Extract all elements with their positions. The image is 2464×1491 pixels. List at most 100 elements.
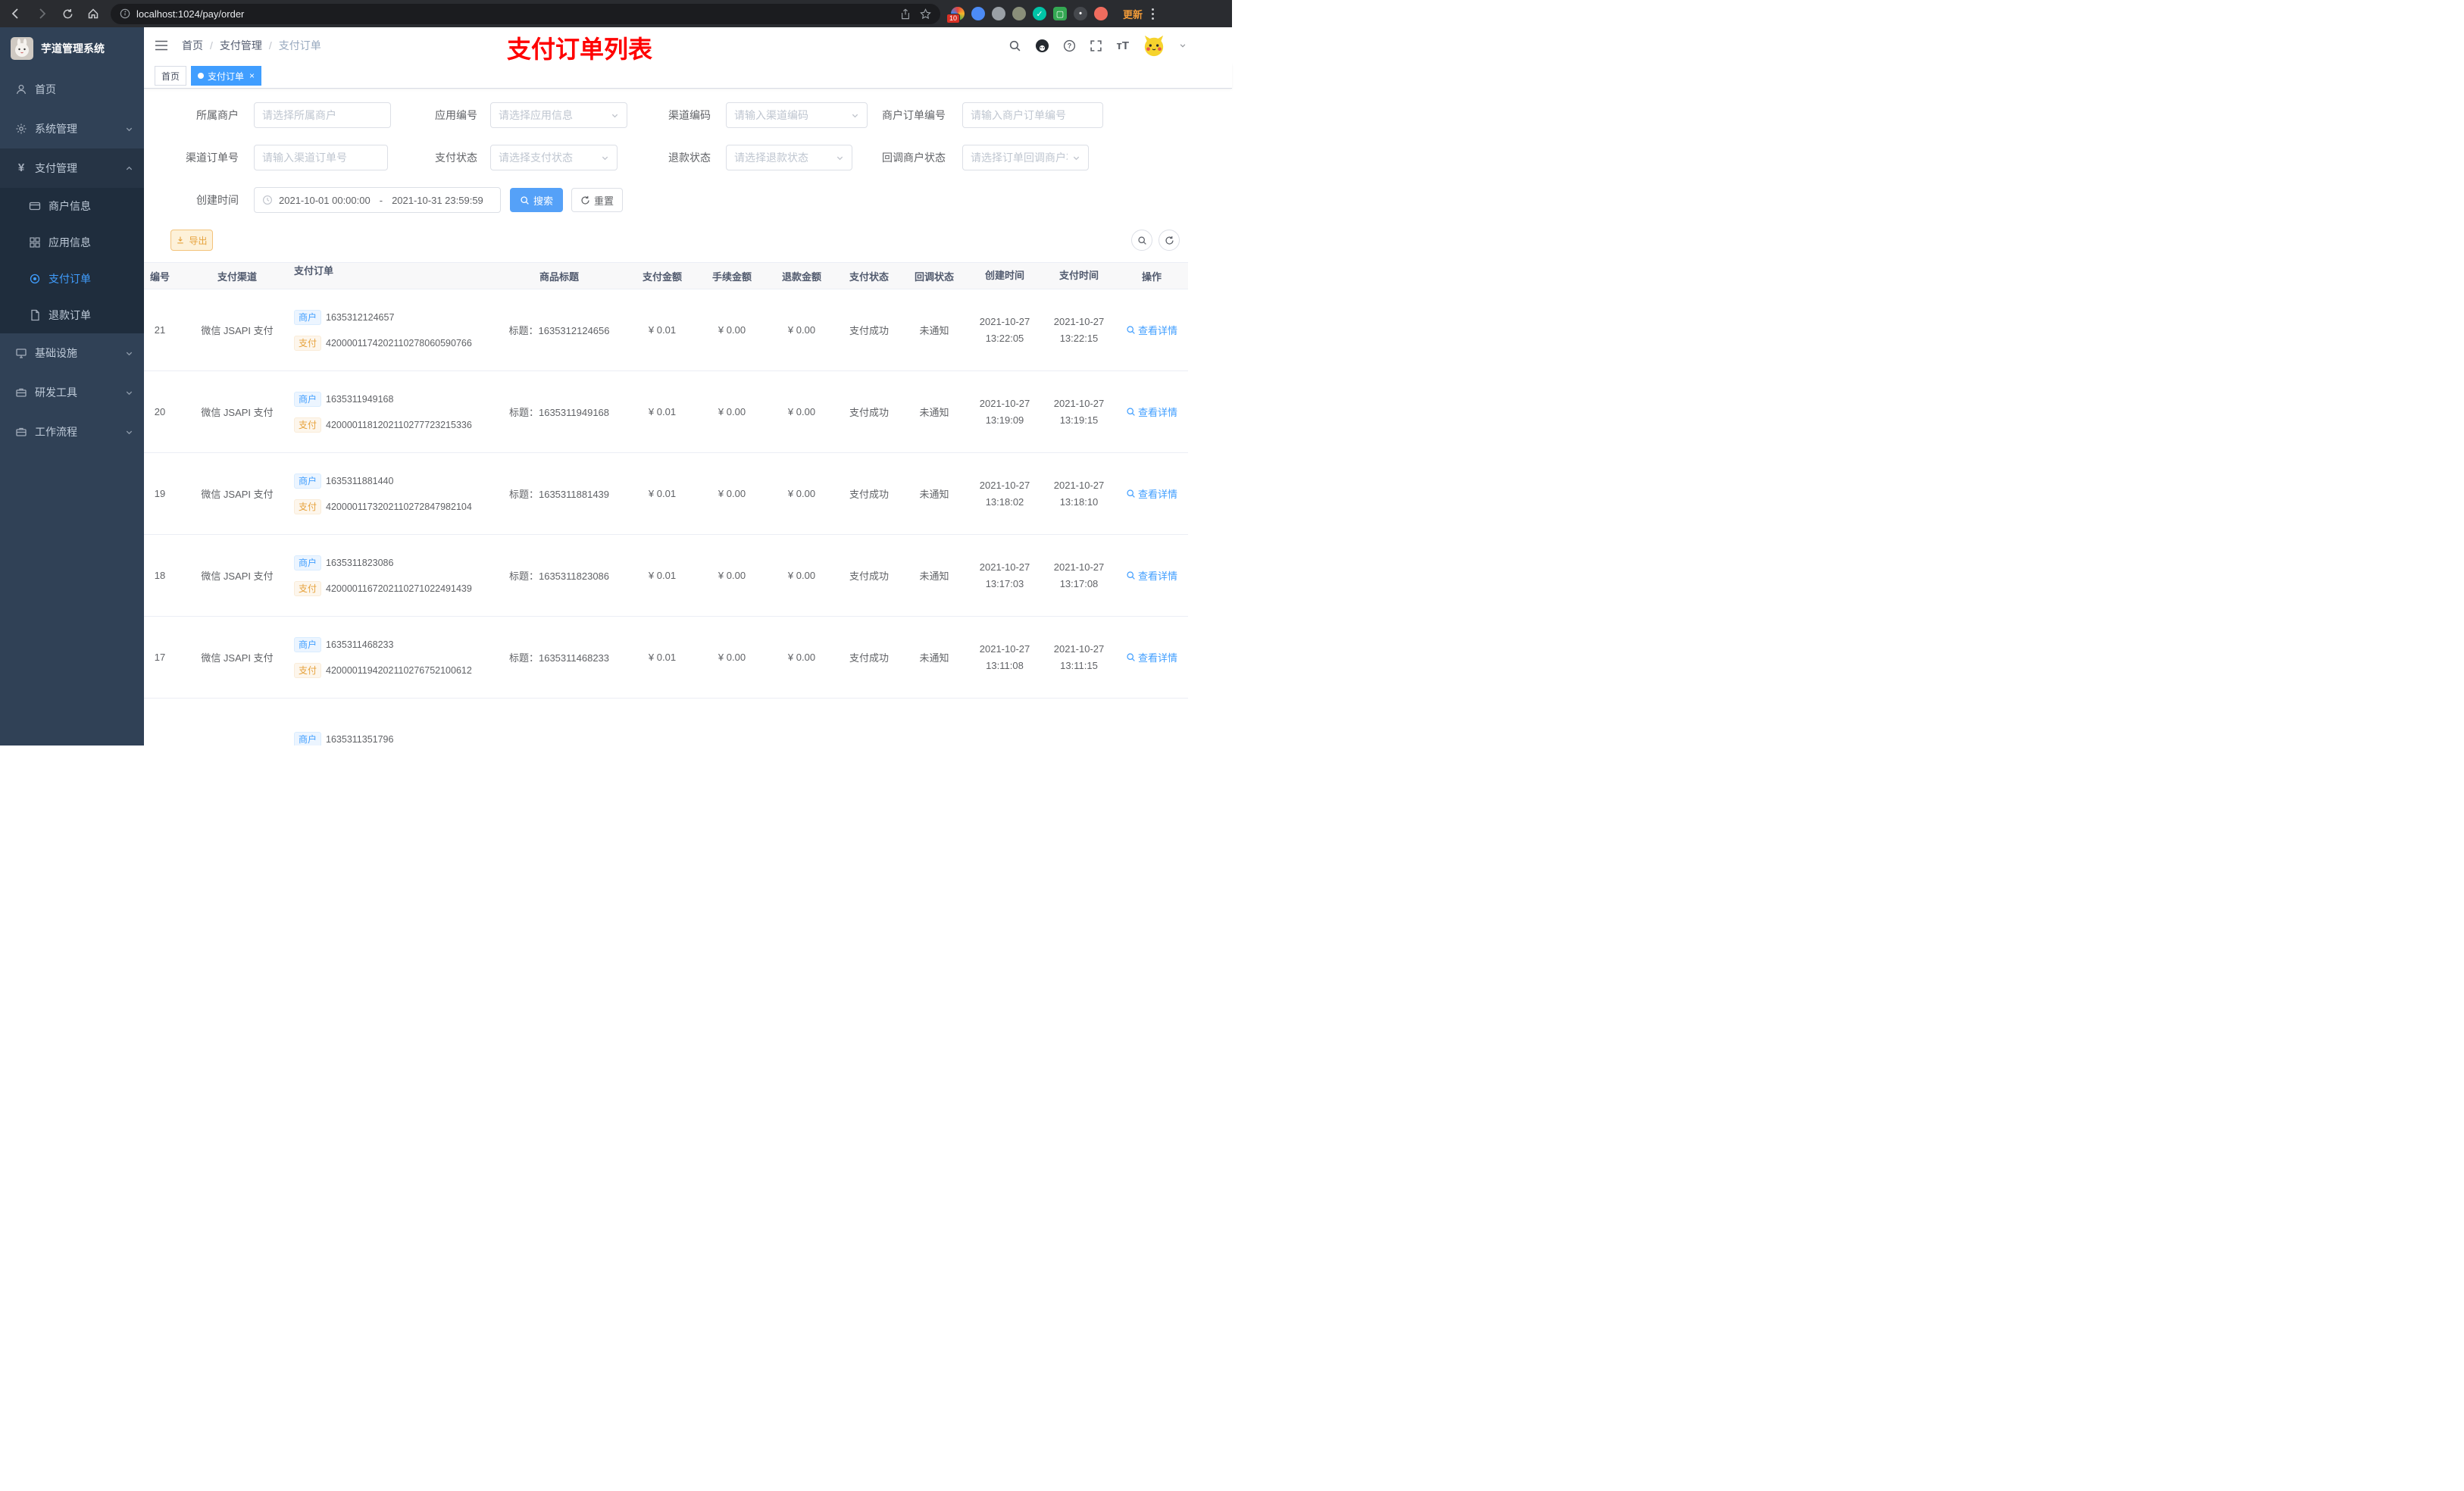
browser-profile-avatar[interactable] — [1094, 7, 1108, 20]
help-icon[interactable]: ? — [1063, 39, 1076, 52]
extension-icon[interactable] — [971, 7, 985, 20]
breadcrumb-pay[interactable]: 支付管理 — [220, 38, 262, 53]
cell-pay-channel: 微信 JSAPI 支付 — [201, 570, 274, 582]
dashboard-icon — [15, 83, 27, 95]
browser-update-button[interactable]: 更新 — [1117, 5, 1149, 23]
date-start-value: 2021-10-01 00:00:00 — [279, 194, 371, 206]
toolbox-icon — [15, 386, 27, 399]
cell-notify-status: 未通知 — [919, 489, 949, 500]
cell-pay-channel: 微信 JSAPI 支付 — [201, 325, 274, 336]
github-icon[interactable] — [1035, 39, 1049, 53]
toggle-search-button[interactable] — [1131, 230, 1152, 251]
cell-product-title: 标题：1635311949168 — [508, 407, 610, 418]
sidebar-item-workflow[interactable]: 工作流程 — [0, 412, 144, 452]
browser-refresh-button[interactable] — [58, 4, 77, 23]
merchant-order-no-input[interactable] — [962, 102, 1103, 128]
chevron-down-icon — [125, 389, 133, 397]
cell-action: 查看详情 — [1115, 453, 1188, 534]
breadcrumb-current: 支付订单 — [278, 39, 321, 52]
cell-create-time: 2021-10-27 13:18:02 — [979, 479, 1030, 508]
sidebar-item-refund-order[interactable]: 退款订单 — [0, 297, 144, 333]
fullscreen-icon[interactable] — [1090, 39, 1102, 52]
table-row-partial: 商户 1635311351796 — [144, 699, 1188, 746]
document-icon — [29, 309, 41, 321]
channel-order-no-input[interactable] — [254, 145, 388, 170]
sidebar-item-system[interactable]: 系统管理 — [0, 109, 144, 148]
breadcrumb: 首页 / 支付管理 / 支付订单 — [182, 38, 321, 53]
filter-label-channel-code: 渠道编码 — [668, 109, 711, 121]
close-tab-icon[interactable]: × — [249, 70, 255, 81]
user-avatar[interactable] — [1143, 34, 1165, 57]
extension-badge: 10 — [946, 14, 961, 23]
share-icon[interactable] — [900, 8, 911, 20]
site-info-icon[interactable] — [120, 8, 130, 19]
collapse-sidebar-icon[interactable] — [155, 39, 168, 52]
app-no-select[interactable]: 请选择应用信息 — [490, 102, 627, 128]
gear-icon — [15, 123, 27, 135]
cell-pay-order: 商户 1635311823086 支付 42000011672021102710… — [286, 535, 491, 616]
extension-chat-icon[interactable]: ▢ — [1053, 7, 1067, 20]
view-detail-link[interactable]: 查看详情 — [1126, 323, 1177, 337]
cell-pay-channel: 微信 JSAPI 支付 — [201, 407, 274, 418]
cell-notify-status: 未通知 — [919, 325, 949, 336]
pay-order-no: 4200001174202110278060590766 — [326, 337, 472, 349]
filter-label-notify-status: 回调商户状态 — [882, 152, 946, 164]
sidebar-item-home[interactable]: 首页 — [0, 70, 144, 109]
sidebar-item-merchant-info[interactable]: 商户信息 — [0, 188, 144, 224]
refund-status-select[interactable]: 请选择退款状态 — [726, 145, 852, 170]
merchant-order-no: 1635311468233 — [326, 639, 394, 650]
search-icon[interactable] — [1008, 39, 1021, 52]
reset-icon — [581, 195, 589, 205]
cell-product-title: 标题：1635312124656 — [508, 325, 610, 336]
cell-pay-status: 支付成功 — [849, 325, 889, 336]
export-button[interactable]: 导出 — [170, 230, 213, 251]
sidebar-logo: 芋道管理系统 — [0, 27, 144, 70]
avatar-caret-icon[interactable] — [1179, 42, 1187, 49]
browser-home-button[interactable] — [83, 4, 103, 23]
chevron-down-icon — [611, 111, 619, 120]
notify-status-select[interactable]: 请选择订单回调商户状态 — [962, 145, 1089, 170]
cell-action: 查看详情 — [1115, 535, 1188, 616]
filter-label-merchant: 所属商户 — [196, 109, 239, 121]
address-bar[interactable]: localhost:1024/pay/order — [111, 3, 940, 24]
view-detail-link[interactable]: 查看详情 — [1126, 486, 1177, 501]
pay-order-no: 4200001181202110277723215336 — [326, 419, 472, 430]
cell-pay-status: 支付成功 — [849, 407, 889, 418]
reset-button[interactable]: 重置 — [571, 188, 623, 212]
tab-pay-order[interactable]: 支付订单 × — [191, 66, 262, 86]
refresh-table-button[interactable] — [1159, 230, 1180, 251]
browser-forward-button[interactable] — [32, 4, 52, 23]
browser-back-button[interactable] — [6, 4, 26, 23]
view-detail-link[interactable]: 查看详情 — [1126, 650, 1177, 664]
bookmark-star-icon[interactable] — [920, 8, 931, 20]
merchant-input[interactable] — [254, 102, 391, 128]
tab-home[interactable]: 首页 — [155, 66, 187, 86]
extension-check-icon[interactable]: ✓ — [1033, 7, 1046, 20]
sidebar-item-app-info[interactable]: 应用信息 — [0, 224, 144, 261]
sidebar-item-dev-tools[interactable]: 研发工具 — [0, 373, 144, 412]
filter-label-refund-status: 退款状态 — [668, 152, 711, 164]
create-time-range-picker[interactable]: 2021-10-01 00:00:00 - 2021-10-31 23:59:5… — [254, 187, 501, 213]
forward-arrow-icon — [39, 8, 46, 19]
extension-icon[interactable] — [992, 7, 1005, 20]
chevron-down-icon — [125, 349, 133, 358]
extension-icon[interactable] — [1012, 7, 1026, 20]
browser-menu-icon[interactable] — [1152, 8, 1155, 20]
refresh-icon — [63, 8, 72, 18]
cell-refund-amount: ¥ 0.00 — [787, 324, 816, 336]
breadcrumb-home[interactable]: 首页 — [182, 38, 203, 53]
sidebar-item-pay[interactable]: ¥ 支付管理 — [0, 148, 144, 188]
cell-pay-channel: 微信 JSAPI 支付 — [201, 652, 274, 664]
filter-label-channel-order-no: 渠道订单号 — [186, 152, 239, 164]
view-detail-link[interactable]: 查看详情 — [1126, 568, 1177, 583]
sidebar-item-pay-order[interactable]: 支付订单 — [0, 261, 144, 297]
extension-icon[interactable]: 10 — [946, 7, 965, 23]
cell-pay-amount: ¥ 0.01 — [648, 406, 677, 417]
font-size-icon[interactable]: тT — [1116, 39, 1129, 52]
chevron-down-icon — [125, 428, 133, 436]
extension-pin-icon[interactable]: • — [1074, 7, 1087, 20]
pay-status-select[interactable]: 请选择支付状态 — [490, 145, 618, 170]
sidebar-item-infra[interactable]: 基础设施 — [0, 333, 144, 373]
view-detail-link[interactable]: 查看详情 — [1126, 405, 1177, 419]
search-button[interactable]: 搜索 — [510, 188, 563, 212]
